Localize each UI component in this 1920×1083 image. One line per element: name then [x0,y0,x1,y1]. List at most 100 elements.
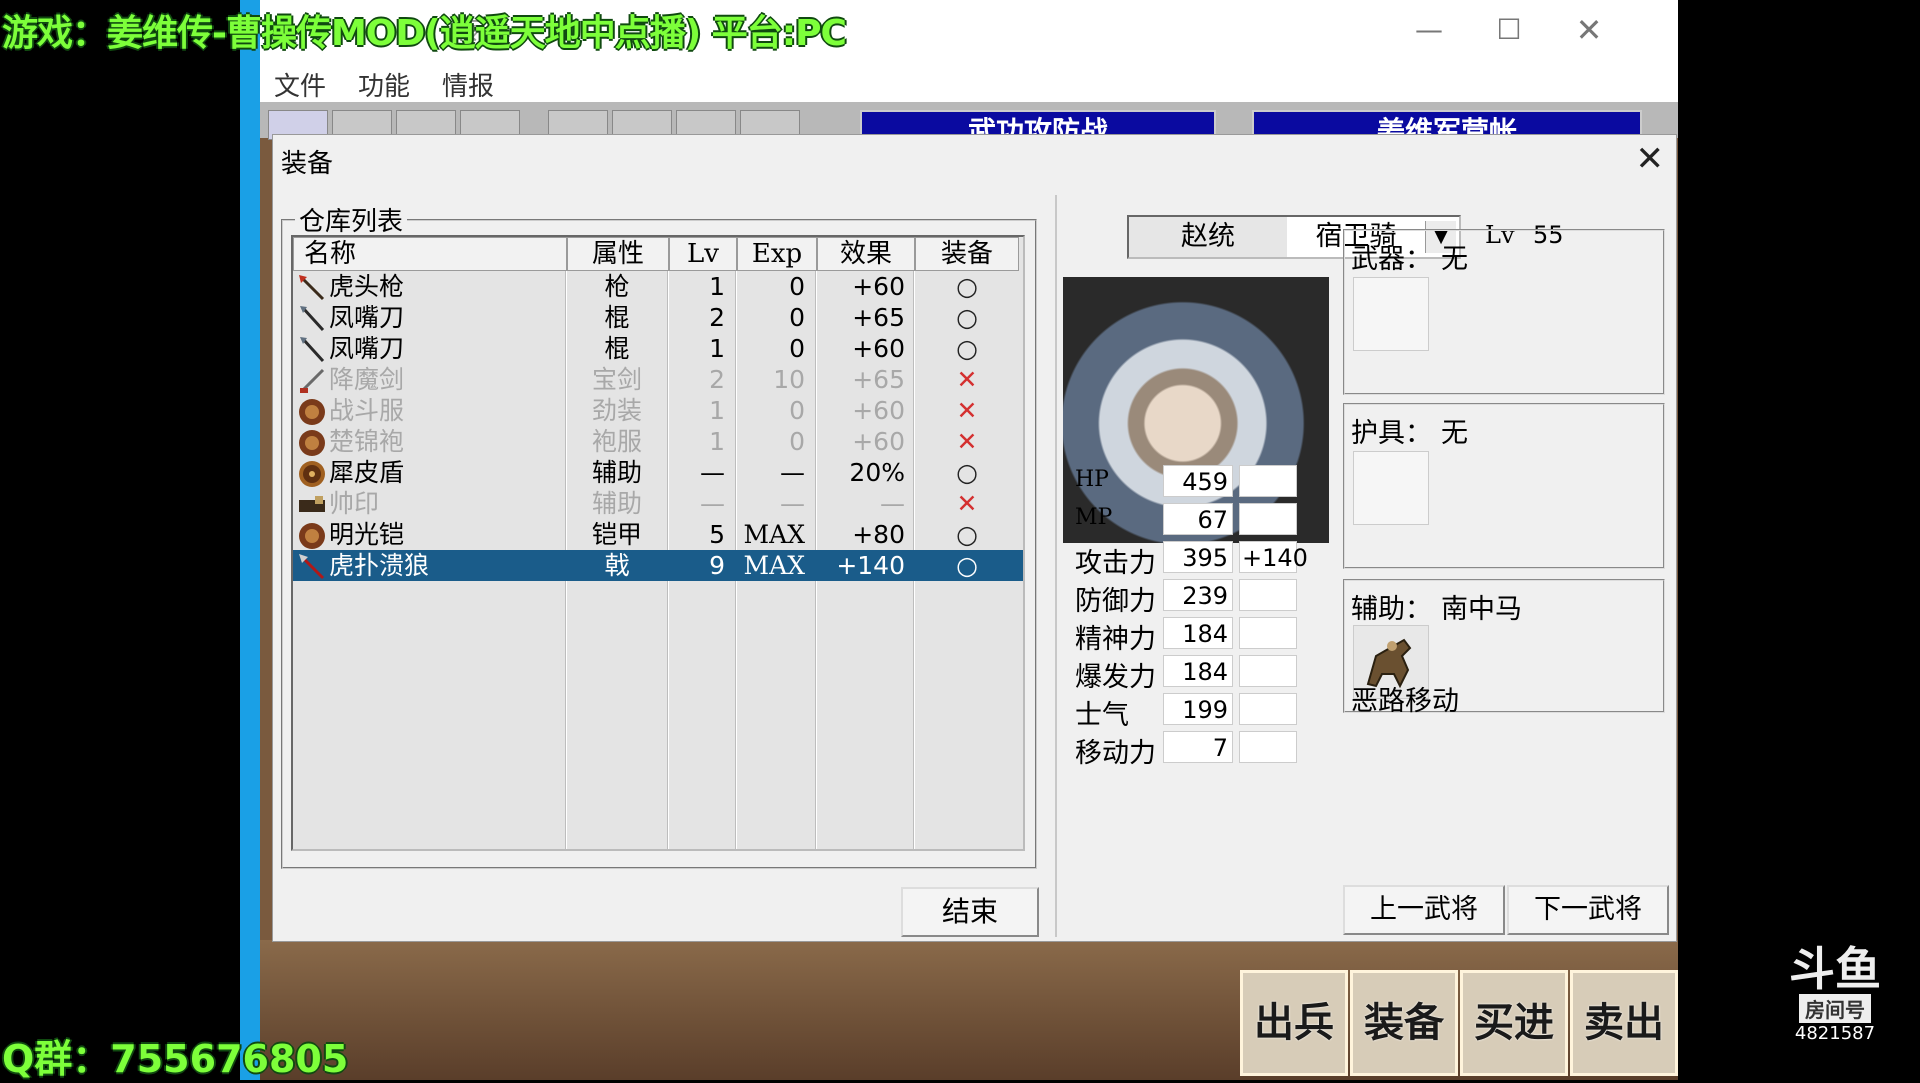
table-row[interactable]: 楚锦袍 袍服 1 0 +60 ✕ [293,426,1023,457]
menu-function[interactable]: 功能 [358,66,410,103]
column-header-lv[interactable]: Lv [669,237,737,271]
table-row[interactable]: 虎头枪 枪 1 0 +60 ○ [293,271,1023,302]
sell-button[interactable]: 卖出 [1570,970,1678,1076]
armor-label: 护具： [1351,418,1432,449]
left-blue-strip [240,0,260,1080]
table-row[interactable]: 凤嘴刀 棍 1 0 +60 ○ [293,333,1023,364]
minimize-button[interactable]: — [1404,8,1454,52]
column-header-effect[interactable]: 效果 [817,237,915,271]
cell-exp: — [780,489,805,518]
table-row[interactable]: 虎扑溃狼 戟 9 MAX +140 ○ [293,550,1023,581]
cell-lv: 2 [709,365,725,394]
sword-icon [293,365,329,394]
equip-button[interactable]: 装备 [1350,970,1458,1076]
stat-label: 士气 [1075,700,1129,731]
cell-exp: 0 [789,334,805,363]
dialog-close-icon[interactable]: ✕ [1636,139,1665,179]
stat-bonus [1239,731,1297,763]
cell-attr: 铠甲 [591,520,642,549]
cell-exp: — [780,458,805,487]
cell-exp: MAX [743,551,805,580]
stat-label: 防御力 [1075,586,1156,617]
cell-effect: +140 [836,551,905,580]
cell-effect: +60 [852,396,905,425]
stream-title-overlay: 游戏：姜维传-曹操传MOD(逍遥天地中点播) 平台:PC [2,13,847,54]
stat-value: 459 [1163,465,1233,497]
circle-icon: ○ [956,334,978,363]
item-name: 凤嘴刀 [329,334,405,363]
cell-exp: 0 [789,303,805,332]
cell-name: 犀皮盾 [293,457,565,488]
prev-general-button[interactable]: 上一武将 [1343,885,1505,935]
blade-icon [293,334,329,363]
cell-attr: 戟 [604,551,630,580]
armor-icon [293,396,329,425]
cross-icon: ✕ [956,396,978,425]
room-number: 4821587 [1794,1023,1876,1044]
table-row[interactable]: 犀皮盾 辅助 — — 20% ○ [293,457,1023,488]
stat-bonus [1239,617,1297,649]
buy-button[interactable]: 买进 [1460,970,1568,1076]
weapon-slot: 武器： 无 [1343,229,1665,395]
armor-icon-box[interactable] [1353,451,1429,525]
menu-intel[interactable]: 情报 [442,66,494,103]
table-row[interactable]: 帅印 辅助 — — — ✕ [293,488,1023,519]
spear-icon [293,272,329,301]
halberd-icon [293,551,329,580]
cell-effect: +60 [852,272,905,301]
column-header-equip[interactable]: 装备 [915,237,1019,271]
column-header-exp[interactable]: Exp [737,237,817,271]
aux-ability: 恶路移动 [1351,686,1459,717]
weapon-icon-box[interactable] [1353,277,1429,351]
next-general-button[interactable]: 下一武将 [1507,885,1669,935]
maximize-button[interactable]: ☐ [1484,8,1534,52]
armor-icon [293,520,329,549]
table-row[interactable]: 战斗服 劲装 1 0 +60 ✕ [293,395,1023,426]
column-header-attr[interactable]: 属性 [567,237,669,271]
aux-slot: 辅助： 南中马 恶路移动 [1343,579,1665,717]
cell-name: 虎扑溃狼 [293,550,565,581]
stat-value: 7 [1163,731,1233,763]
cell-name: 战斗服 [293,395,565,426]
cell-exp: 10 [773,365,805,394]
equipment-dialog: 装备 ✕ 仓库列表 名称 属性 Lv Exp 效果 装备 虎头枪枪 1 0 +60 ○ 凤… [272,134,1677,942]
stat-bonus [1239,465,1297,497]
close-button[interactable]: ✕ [1564,8,1614,52]
cell-exp: 0 [789,427,805,456]
item-name: 帅印 [329,489,380,518]
item-name: 凤嘴刀 [329,303,405,332]
item-name: 明光铠 [329,520,405,549]
cell-name: 降魔剑 [293,364,565,395]
cell-name: 帅印 [293,488,565,519]
stat-label: 攻击力 [1075,548,1156,579]
table-row[interactable]: 降魔剑 宝剑 2 10 +65 ✕ [293,364,1023,395]
end-button[interactable]: 结束 [901,887,1039,937]
shield-icon [293,458,329,487]
cell-name: 明光铠 [293,519,565,550]
douyu-logo: 斗鱼 [1789,942,1881,996]
cell-name: 凤嘴刀 [293,333,565,364]
stat-bonus [1239,579,1297,611]
weapon-label: 武器： [1351,244,1432,275]
item-name: 战斗服 [329,396,405,425]
general-name: 赵统 [1129,217,1287,257]
menu-file[interactable]: 文件 [274,66,326,103]
cell-effect: — [880,489,905,518]
column-header-name[interactable]: 名称 [293,237,567,271]
armor-value: 无 [1441,418,1468,449]
table-row[interactable]: 凤嘴刀 棍 2 0 +65 ○ [293,302,1023,333]
circle-icon: ○ [956,520,978,549]
deploy-button[interactable]: 出兵 [1240,970,1348,1076]
stat-value: 239 [1163,579,1233,611]
item-name: 楚锦袍 [329,427,405,456]
item-name: 降魔剑 [329,365,405,394]
room-label: 房间号 [1799,994,1871,1023]
cell-lv: 1 [709,272,725,301]
cell-effect: +80 [852,520,905,549]
cell-attr: 辅助 [591,458,642,487]
stat-bonus: +140 [1239,541,1308,573]
stat-bonus [1239,693,1297,725]
stat-value: 184 [1163,617,1233,649]
table-row[interactable]: 明光铠 铠甲 5 MAX +80 ○ [293,519,1023,550]
cross-icon: ✕ [956,427,978,456]
